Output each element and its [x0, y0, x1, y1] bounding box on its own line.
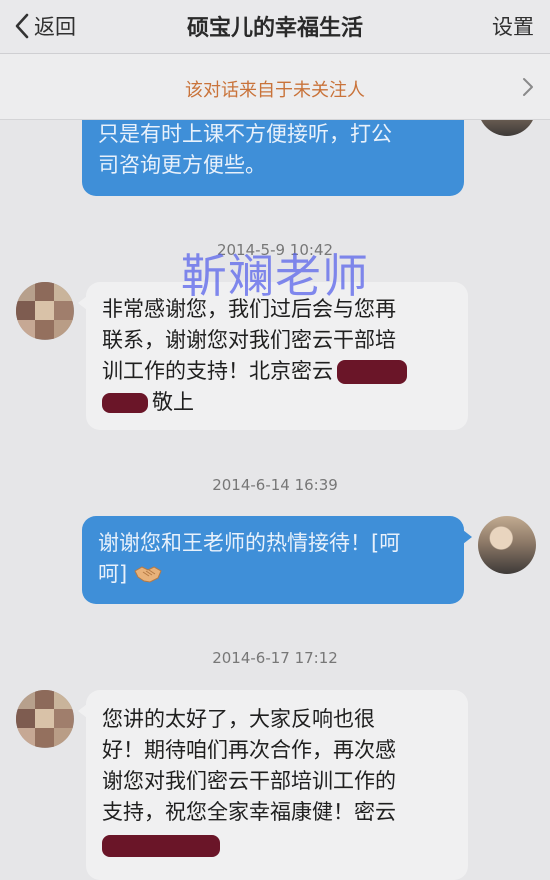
- stranger-notice-text: 该对话来自于未关注人: [185, 80, 365, 101]
- stranger-notice-bar[interactable]: 该对话来自于未关注人: [0, 54, 550, 120]
- message-line: 谢您对我们密云干部培训工作的: [102, 769, 396, 793]
- message-line: 支持，祝您全家幸福康健！密云: [102, 800, 396, 824]
- chevron-left-icon: [15, 13, 29, 39]
- page-title: 硕宝儿的幸福生活: [186, 16, 363, 41]
- message-line: 非常感谢您，我们过后会与您再: [102, 297, 396, 321]
- message-line: 敬上: [152, 390, 194, 414]
- message-bubble-incoming[interactable]: 非常感谢您，我们过后会与您再 联系，谢谢您对我们密云干部培 训工作的支持！北京密…: [86, 282, 468, 430]
- avatar-self[interactable]: [478, 516, 536, 574]
- message-timestamp: 2014-6-14 16:39: [212, 476, 338, 494]
- avatar-contact[interactable]: [16, 282, 74, 340]
- message-line: 联系，谢谢您对我们密云干部培: [102, 328, 396, 352]
- bubble-tail: [463, 530, 472, 544]
- handshake-emoji-icon: [134, 566, 162, 583]
- message-line: 只是有时上课不方便接听，打公: [98, 122, 392, 146]
- avatar-contact[interactable]: [16, 690, 74, 748]
- chevron-right-icon: [523, 78, 533, 96]
- message-timestamp: 2014-5-9 10:42: [216, 241, 334, 259]
- settings-button[interactable]: 设置: [492, 11, 534, 41]
- redaction-mark: [102, 835, 220, 857]
- message-timestamp: 2014-6-17 17:12: [212, 649, 338, 667]
- message-line: 谢谢您和王老师的热情接待！[呵: [98, 531, 401, 555]
- message-line: 您讲的太好了，大家反响也很: [102, 707, 375, 731]
- redaction-mark: [102, 393, 148, 413]
- message-bubble-outgoing[interactable]: 谢谢您和王老师的热情接待！[呵 呵]: [82, 516, 464, 604]
- back-label: 返回: [34, 15, 76, 39]
- nav-bar: 返回 硕宝儿的幸福生活 设置: [0, 0, 550, 54]
- redaction-mark: [337, 360, 407, 384]
- message-line: 好！期待咱们再次合作，再次感: [102, 738, 396, 762]
- message-line: 呵]: [98, 562, 128, 586]
- message-line: 训工作的支持！北京密云: [102, 359, 333, 383]
- message-line: 司咨询更方便些。: [98, 153, 266, 177]
- message-bubble-incoming[interactable]: 您讲的太好了，大家反响也很 好！期待咱们再次合作，再次感 谢您对我们密云干部培训…: [86, 690, 468, 880]
- back-button[interactable]: 返回: [14, 9, 76, 43]
